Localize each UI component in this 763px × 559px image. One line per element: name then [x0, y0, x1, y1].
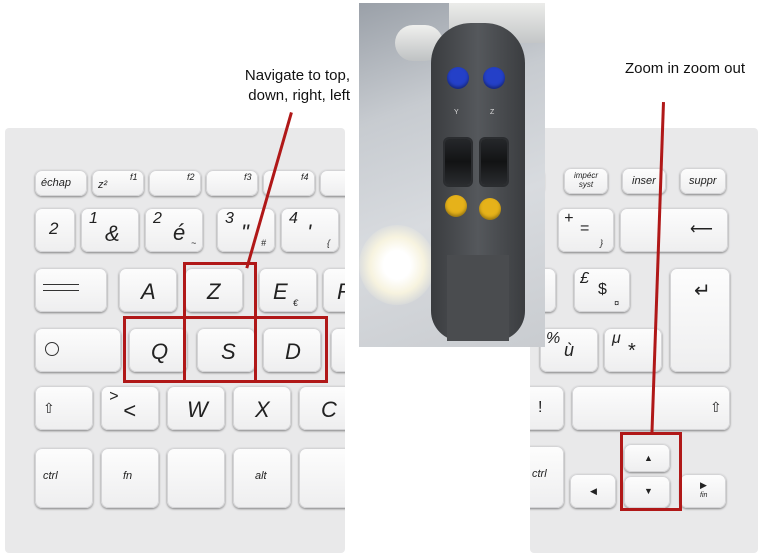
key-backspace[interactable]: ⟵	[620, 208, 728, 252]
lock-icon	[45, 342, 59, 356]
blue-button-left[interactable]	[447, 67, 469, 89]
key-z2-f1[interactable]: z² f1	[92, 170, 144, 196]
left-arrow-icon: ◀	[590, 486, 597, 496]
key-less-than[interactable]: > <	[101, 386, 159, 430]
shift-icon: ⇧	[43, 400, 55, 416]
zoom-caption: Zoom in zoom out	[624, 60, 745, 77]
key-arrow-right[interactable]: ▶ fin	[680, 474, 726, 508]
shift-icon-right: ⇧	[710, 399, 722, 415]
key-f3[interactable]: f3	[206, 170, 258, 196]
key-2-e-acute[interactable]: 2 é ~	[145, 208, 203, 252]
backspace-icon: ⟵	[690, 221, 713, 238]
key-space-partial[interactable]	[299, 448, 345, 508]
blue-button-right[interactable]	[483, 67, 505, 89]
right-arrow-icon: ▶	[700, 480, 707, 490]
key-1-ampersand[interactable]: 1 &	[81, 208, 139, 252]
controller-label-z: Z	[490, 109, 495, 116]
key-fn[interactable]: fn	[101, 448, 159, 508]
key-f5-partial[interactable]	[320, 170, 345, 196]
controller-photo: Y Z	[359, 3, 545, 347]
key-3-quote[interactable]: 3 " #	[217, 208, 275, 252]
controller-label-y: Y	[454, 109, 459, 116]
yellow-button-left[interactable]	[445, 195, 467, 217]
key-2[interactable]: 2	[35, 208, 75, 252]
key-enter[interactable]: ↵	[670, 268, 730, 372]
key-e[interactable]: E €	[259, 268, 317, 312]
key-tab[interactable]	[35, 268, 107, 312]
key-x[interactable]: X	[233, 386, 291, 430]
key-left-shift[interactable]: ⇧	[35, 386, 93, 430]
key-impecr-syst[interactable]: impécr syst	[564, 168, 608, 194]
key-4-apostrophe[interactable]: 4 ' {	[281, 208, 339, 252]
key-ctrl[interactable]: ctrl	[35, 448, 93, 508]
key-exclamation[interactable]: !	[530, 386, 564, 430]
key-w[interactable]: W	[167, 386, 225, 430]
yellow-button-right[interactable]	[479, 198, 501, 220]
key-arrow-left[interactable]: ◀	[570, 474, 616, 508]
tab-icon	[43, 284, 79, 285]
rocker-switch-right[interactable]	[481, 139, 507, 185]
key-dollar[interactable]: £ $ ¤	[574, 268, 630, 312]
key-ctrl-right[interactable]: ctrl	[530, 446, 564, 508]
key-c-partial[interactable]: C	[299, 386, 345, 430]
key-r-partial[interactable]: R	[323, 268, 345, 312]
key-option[interactable]	[167, 448, 225, 508]
rocker-switch-left[interactable]	[445, 139, 471, 185]
key-f-partial[interactable]	[331, 328, 345, 372]
highlight-qsd-keys	[123, 316, 328, 383]
navigate-caption-line2: down, right, left	[248, 87, 350, 104]
key-echap[interactable]: échap	[35, 170, 87, 196]
key-equals[interactable]: + = }	[558, 208, 614, 252]
key-caps-lock[interactable]	[35, 328, 121, 372]
key-f2[interactable]: f2	[149, 170, 201, 196]
enter-icon: ↵	[694, 280, 711, 302]
light-glow	[359, 225, 435, 305]
navigate-caption-line1: Navigate to top,	[244, 67, 350, 84]
key-a[interactable]: A	[119, 268, 177, 312]
highlight-arrow-keys	[620, 432, 682, 511]
key-alt[interactable]: alt	[233, 448, 291, 508]
key-u-grave[interactable]: % ù	[540, 328, 598, 372]
key-suppr[interactable]: suppr	[680, 168, 726, 194]
